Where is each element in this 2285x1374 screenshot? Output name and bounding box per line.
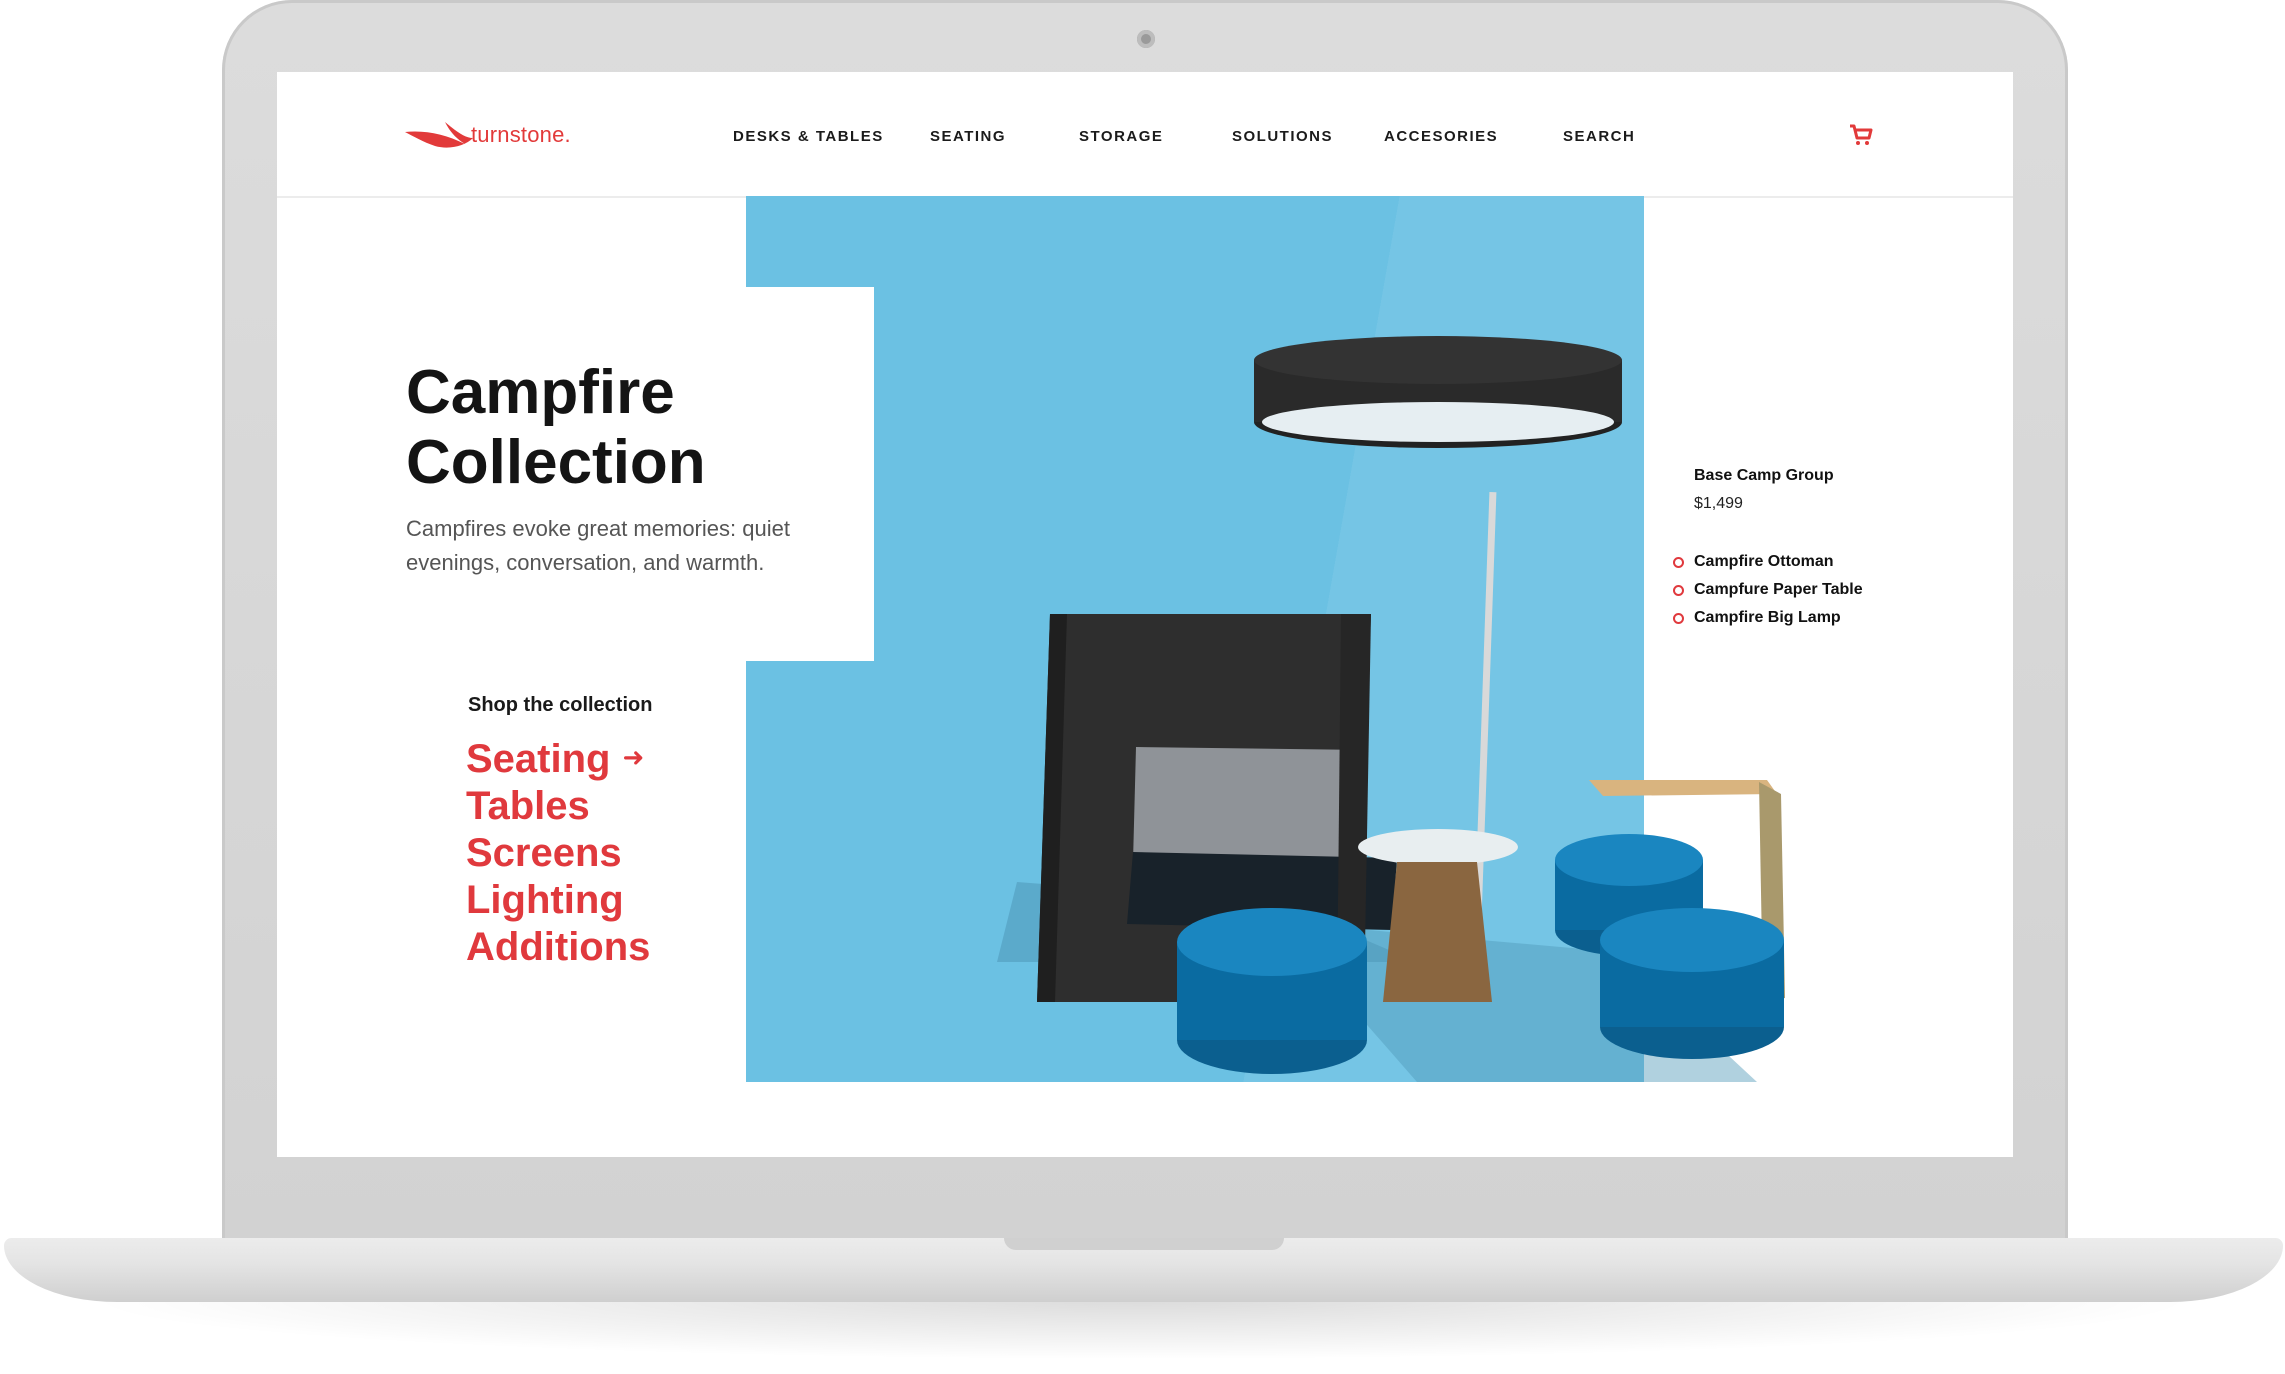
product-group-name: Base Camp Group — [1694, 467, 1834, 484]
product-item-label: Campfire Big Lamp — [1694, 609, 1841, 626]
shop-link-lighting[interactable]: Lighting — [466, 877, 650, 924]
title-line-1: Campfire — [406, 358, 675, 427]
shop-link-tables[interactable]: Tables — [466, 783, 650, 830]
brand-name[interactable]: turnstone. — [471, 122, 571, 148]
laptop-shadow — [80, 1300, 2205, 1360]
nav-solutions[interactable]: SOLUTIONS — [1232, 128, 1333, 145]
product-group-price: $1,499 — [1694, 495, 1743, 512]
hero-subtitle: Campfires evoke great memories: quiet ev… — [406, 516, 790, 575]
shop-collection-label: Shop the collection — [468, 694, 653, 716]
webcam-icon — [1137, 30, 1155, 48]
page-title: Campfire Collection — [406, 358, 826, 498]
list-item[interactable]: Campfire Ottoman — [1672, 548, 1863, 576]
site-header: turnstone. DESKS & TABLES SEATING STORAG… — [277, 72, 2013, 198]
shop-link-screens[interactable]: Screens — [466, 830, 650, 877]
product-item-label: Campfure Paper Table — [1694, 581, 1863, 598]
laptop-notch — [1004, 1238, 1284, 1250]
shop-link-seating-label: Seating — [466, 737, 611, 781]
shop-link-additions[interactable]: Additions — [466, 924, 650, 971]
arrow-right-icon: ➜ — [622, 742, 645, 772]
browser-screen: turnstone. DESKS & TABLES SEATING STORAG… — [277, 72, 2013, 1157]
list-item[interactable]: Campfure Paper Table — [1672, 576, 1863, 604]
nav-seating[interactable]: SEATING — [930, 128, 1006, 145]
nav-search[interactable]: SEARCH — [1563, 128, 1635, 145]
shopping-cart-icon[interactable] — [1849, 124, 1873, 146]
title-line-2: Collection — [406, 428, 706, 497]
product-scene-image — [997, 336, 1785, 1082]
list-item[interactable]: Campfire Big Lamp — [1672, 604, 1863, 632]
circle-bullet-icon — [1673, 585, 1684, 596]
shop-links: Seating ➜ Tables Screens Lighting Additio… — [466, 734, 650, 971]
nav-desks-tables[interactable]: DESKS & TABLES — [733, 128, 884, 145]
shop-link-seating[interactable]: Seating ➜ — [466, 734, 650, 783]
product-item-label: Campfire Ottoman — [1694, 553, 1834, 570]
nav-accesories[interactable]: ACCESORIES — [1384, 128, 1498, 145]
product-item-list: Campfire Ottoman Campfure Paper Table Ca… — [1672, 548, 1863, 632]
circle-bullet-icon — [1673, 557, 1684, 568]
circle-bullet-icon — [1673, 613, 1684, 624]
nav-storage[interactable]: STORAGE — [1079, 128, 1163, 145]
